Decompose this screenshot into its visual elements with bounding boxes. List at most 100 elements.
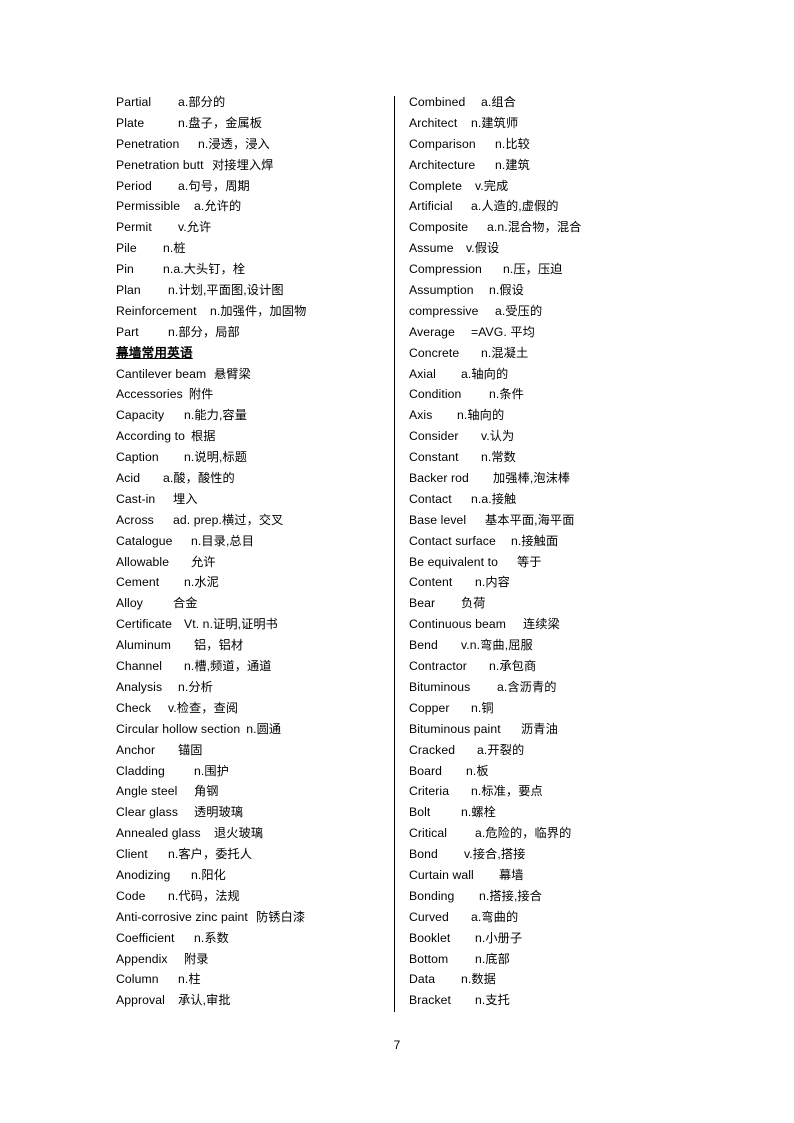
glossary-definition: n.圆通 xyxy=(246,721,282,736)
glossary-term: Client xyxy=(116,847,148,862)
glossary-term: Cladding xyxy=(116,763,165,778)
glossary-term: Condition xyxy=(409,387,462,402)
glossary-definition: n.内容 xyxy=(475,575,510,590)
glossary-term: Plate xyxy=(116,115,145,130)
glossary-entry: Alloy 合金 xyxy=(116,593,388,614)
glossary-definition: a.开裂的 xyxy=(477,742,525,757)
page-number: 7 xyxy=(393,1038,401,1052)
glossary-term: Catalogue xyxy=(116,533,173,548)
glossary-definition: n.板 xyxy=(466,763,489,778)
glossary-definition: 幕墙 xyxy=(499,867,524,882)
glossary-term: Base level xyxy=(409,512,467,527)
glossary-term: Allowable xyxy=(116,554,170,569)
glossary-definition: a.酸，酸性的 xyxy=(163,471,235,486)
glossary-entry: Constant n.常数 xyxy=(409,447,699,468)
glossary-entry: Bracket n.支托 xyxy=(409,990,699,1011)
glossary-term: Consider xyxy=(409,429,459,444)
glossary-definition: v.假设 xyxy=(466,241,500,256)
glossary-definition: n.桩 xyxy=(163,241,186,256)
glossary-entry: Reinforcement n.加强件，加固物 xyxy=(116,301,388,322)
glossary-entry: Plate n.盘子，金属板 xyxy=(116,113,388,134)
glossary-definition: n.目录,总目 xyxy=(191,533,255,548)
glossary-entry: Curtain wall 幕墙 xyxy=(409,865,699,886)
glossary-definition: 埋入 xyxy=(173,491,198,506)
glossary-definition: n.小册子 xyxy=(475,930,523,945)
glossary-entry: Booklet n.小册子 xyxy=(409,928,699,949)
glossary-entry: Clear glass 透明玻璃 xyxy=(116,802,388,823)
glossary-definition: n.代码，法规 xyxy=(168,888,240,903)
glossary-term: Circular hollow section xyxy=(116,721,241,736)
glossary-entry: Artificial a.人造的,虚假的 xyxy=(409,196,699,217)
glossary-term: Bond xyxy=(409,847,438,862)
glossary-definition: n.假设 xyxy=(489,283,524,298)
glossary-term: Bracket xyxy=(409,993,452,1008)
glossary-entry: Period a.句号，周期 xyxy=(116,176,388,197)
glossary-entry: Pin n.a.大头钉，栓 xyxy=(116,259,388,280)
glossary-entry: Permissible a.允许的 xyxy=(116,196,388,217)
glossary-definition: n.条件 xyxy=(489,387,524,402)
glossary-entry: Caption n.说明,标题 xyxy=(116,447,388,468)
glossary-entry: Content n.内容 xyxy=(409,572,699,593)
glossary-term: Period xyxy=(116,178,152,193)
glossary-entry: Criteria n.标准，要点 xyxy=(409,781,699,802)
glossary-term: Accessories xyxy=(116,387,183,402)
glossary-entry: Cladding n.围护 xyxy=(116,761,388,782)
glossary-definition: a.部分的 xyxy=(178,95,226,109)
glossary-definition: 承认,审批 xyxy=(178,993,231,1008)
glossary-definition: v.接合,搭接 xyxy=(464,847,526,862)
glossary-definition: n.盘子，金属板 xyxy=(178,115,263,130)
glossary-definition: v.n.弯曲,屈服 xyxy=(461,638,533,653)
glossary-definition: 合金 xyxy=(173,596,198,611)
glossary-term: Cement xyxy=(116,575,160,590)
glossary-entry: Analysis n.分析 xyxy=(116,677,388,698)
glossary-definition: 附录 xyxy=(184,951,209,966)
glossary-term: Code xyxy=(116,888,146,903)
glossary-term: Anodizing xyxy=(116,867,171,882)
glossary-definition: 连续梁 xyxy=(523,617,560,632)
glossary-entry: Channel n.槽,频道，通道 xyxy=(116,656,388,677)
glossary-entry: Backer rod 加强棒,泡沫棒 xyxy=(409,468,699,489)
glossary-term: Complete xyxy=(409,178,462,193)
glossary-definition: n.部分，局部 xyxy=(168,324,240,339)
glossary-definition: n.加强件，加固物 xyxy=(210,303,307,318)
glossary-term: Compression xyxy=(409,262,482,277)
glossary-definition: 根据 xyxy=(190,429,216,444)
glossary-entry: Partial a.部分的 xyxy=(116,92,388,113)
glossary-definition: a.组合 xyxy=(481,95,516,109)
glossary-definition: n.铜 xyxy=(471,700,494,715)
glossary-definition: n.a.接触 xyxy=(471,491,517,506)
glossary-entry: Cracked a.开裂的 xyxy=(409,740,699,761)
glossary-entry: Accessories 附件 xyxy=(116,384,388,405)
glossary-definition: n.建筑 xyxy=(495,157,530,172)
glossary-entry: Bottom n.底部 xyxy=(409,949,699,970)
glossary-term: Permissible xyxy=(116,199,181,214)
glossary-entry: Cast-in 埋入 xyxy=(116,489,388,510)
glossary-entry: Column n.柱 xyxy=(116,969,388,990)
glossary-definition: n.承包商 xyxy=(489,659,537,674)
glossary-term: Cracked xyxy=(409,742,456,757)
glossary-entry: Bituminous paint 沥青油 xyxy=(409,719,699,740)
glossary-entry: Acid a.酸，酸性的 xyxy=(116,468,388,489)
glossary-definition: n.说明,标题 xyxy=(184,450,248,465)
glossary-entry: Bolt n.螺栓 xyxy=(409,802,699,823)
glossary-term: Approval xyxy=(116,993,165,1008)
glossary-entry: Assumption n.假设 xyxy=(409,280,699,301)
glossary-entry: Appendix 附录 xyxy=(116,949,388,970)
glossary-definition: 允许 xyxy=(191,554,216,569)
glossary-term: Annealed glass xyxy=(116,826,201,841)
glossary-entry: Penetration n.浸透，浸入 xyxy=(116,134,388,155)
glossary-entry: Board n.板 xyxy=(409,761,699,782)
glossary-term: Plan xyxy=(116,283,141,298)
glossary-term: Column xyxy=(116,972,159,987)
glossary-definition: n.浸透，浸入 xyxy=(198,136,270,151)
glossary-entry: Certificate Vt. n.证明,证明书 xyxy=(116,614,388,635)
glossary-term: Backer rod xyxy=(409,471,469,486)
glossary-term: Curtain wall xyxy=(409,867,474,882)
glossary-entry: Catalogue n.目录,总目 xyxy=(116,531,388,552)
glossary-term: Axial xyxy=(409,366,436,381)
glossary-entry: Bear 负荷 xyxy=(409,593,699,614)
glossary-entry: Permit v.允许 xyxy=(116,217,388,238)
glossary-term: Capacity xyxy=(116,408,165,423)
glossary-entry: Complete v.完成 xyxy=(409,176,699,197)
glossary-term: Caption xyxy=(116,450,159,465)
